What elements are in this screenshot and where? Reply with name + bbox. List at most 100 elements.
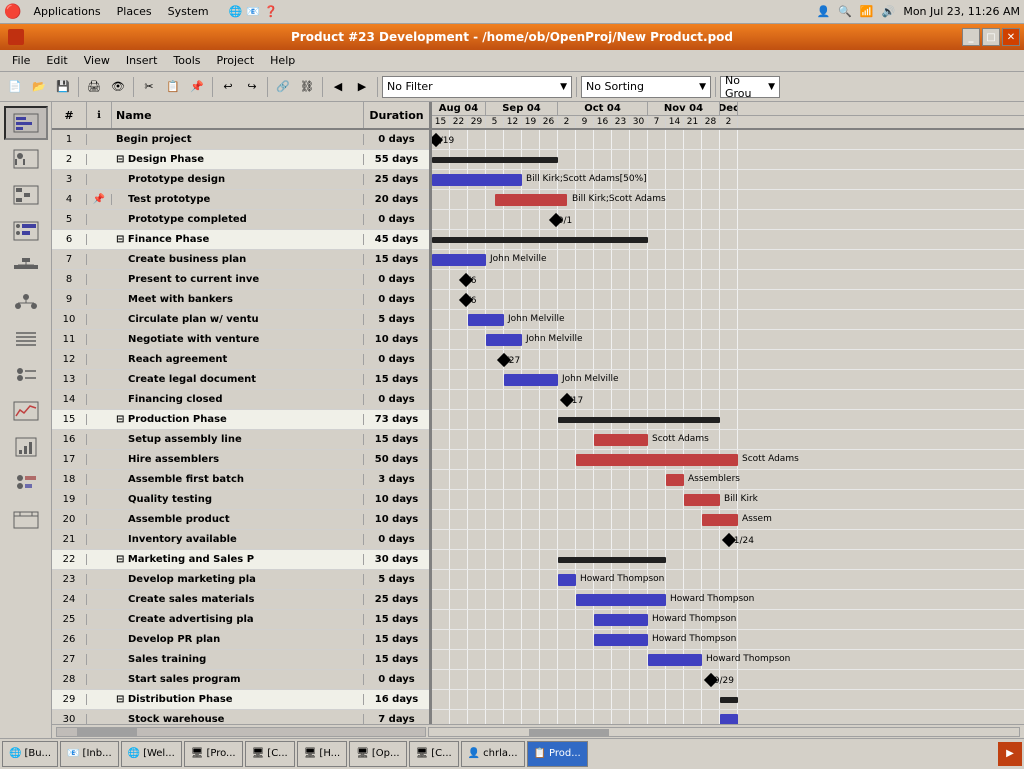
rbs-icon[interactable] (4, 286, 48, 320)
tools-menu[interactable]: Tools (165, 52, 208, 69)
task-row[interactable]: 2 ⊟ Design Phase 55 days (52, 150, 429, 170)
task-row[interactable]: 15 ⊟ Production Phase 73 days (52, 410, 429, 430)
print-button[interactable]: 🖨 (83, 76, 105, 98)
task-row[interactable]: 19 Quality testing 10 days (52, 490, 429, 510)
paste-button[interactable]: 📌 (186, 76, 208, 98)
copy-button[interactable]: 📋 (162, 76, 184, 98)
group-dropdown[interactable]: No Grou ▼ (720, 76, 780, 98)
network-view-icon[interactable] (4, 178, 48, 212)
task-row[interactable]: 27 Sales training 15 days (52, 650, 429, 670)
undo-button[interactable]: ↩ (217, 76, 239, 98)
search-icon[interactable]: 🔍 (838, 5, 852, 18)
task-row[interactable]: 1 Begin project 0 days (52, 130, 429, 150)
task-row[interactable]: 13 Create legal document 15 days (52, 370, 429, 390)
wbs-icon[interactable] (4, 250, 48, 284)
resource-view-icon[interactable] (4, 142, 48, 176)
taskbar-item[interactable]: 🌐[Wel... (121, 741, 182, 767)
task-row[interactable]: 16 Setup assembly line 15 days (52, 430, 429, 450)
taskbar-item[interactable]: 🖥[C... (245, 741, 295, 767)
task-row[interactable]: 6 ⊟ Finance Phase 45 days (52, 230, 429, 250)
sorting-dropdown[interactable]: No Sorting ▼ (581, 76, 711, 98)
taskbar-item[interactable]: 📋Prod... (527, 741, 588, 767)
applications-menu[interactable]: Applications (29, 3, 104, 20)
task-row[interactable]: 9 Meet with bankers 0 days (52, 290, 429, 310)
task-row[interactable]: 26 Develop PR plan 15 days (52, 630, 429, 650)
task-list-icon[interactable] (4, 322, 48, 356)
taskbar-item[interactable]: 🖥[Pro... (184, 741, 243, 767)
gantt-cell (486, 530, 504, 549)
filter-dropdown[interactable]: No Filter ▼ (382, 76, 572, 98)
window-controls: _ □ ✕ (962, 28, 1020, 46)
gantt-h-scrollbar[interactable] (428, 727, 1020, 737)
task-row[interactable]: 7 Create business plan 15 days (52, 250, 429, 270)
gantt-row-bg (432, 550, 1024, 569)
scrollbar-h[interactable] (52, 724, 1024, 738)
gantt-view-icon[interactable] (4, 106, 48, 140)
gantt-cell (702, 370, 720, 389)
resource-gantt-icon[interactable] (4, 214, 48, 248)
back-button[interactable]: ◀ (327, 76, 349, 98)
gantt-cell (594, 670, 612, 689)
task-row[interactable]: 28 Start sales program 0 days (52, 670, 429, 690)
task-row[interactable]: 4 📌 Test prototype 20 days (52, 190, 429, 210)
taskbar-item[interactable]: 🌐[Bu... (2, 741, 58, 767)
resource-tracking-icon[interactable] (4, 466, 48, 500)
help-icon[interactable]: ❓ (264, 5, 278, 18)
task-row[interactable]: 5 Prototype completed 0 days (52, 210, 429, 230)
help-menu[interactable]: Help (262, 52, 303, 69)
places-menu[interactable]: Places (113, 3, 156, 20)
taskbar-item[interactable]: 🖥[H... (297, 741, 347, 767)
open-button[interactable]: 📂 (28, 76, 50, 98)
h-scrollbar-track[interactable] (56, 727, 426, 737)
gantt-chart[interactable]: Aug 04Sep 04Oct 04Nov 04Dec 152229512192… (432, 102, 1024, 724)
forward-button[interactable]: ▶ (351, 76, 373, 98)
gantt-cell (576, 430, 594, 449)
link-button[interactable]: 🔗 (272, 76, 294, 98)
h-scrollbar-thumb[interactable] (77, 728, 137, 736)
taskbar-item[interactable]: 📧[Inb... (60, 741, 119, 767)
task-row[interactable]: 18 Assemble first batch 3 days (52, 470, 429, 490)
file-menu[interactable]: File (4, 52, 38, 69)
view-menu[interactable]: View (76, 52, 118, 69)
cut-button[interactable]: ✂ (138, 76, 160, 98)
close-button[interactable]: ✕ (1002, 28, 1020, 46)
email-icon[interactable]: 📧 (246, 5, 260, 18)
taskbar-end-icon[interactable]: ▶ (998, 742, 1022, 766)
task-row[interactable]: 23 Develop marketing pla 5 days (52, 570, 429, 590)
preview-button[interactable]: 👁 (107, 76, 129, 98)
unlink-button[interactable]: ⛓ (296, 76, 318, 98)
task-row[interactable]: 24 Create sales materials 25 days (52, 590, 429, 610)
gantt-scrollbar-thumb[interactable] (529, 729, 609, 737)
tracking-icon[interactable] (4, 394, 48, 428)
new-button[interactable]: 📄 (4, 76, 26, 98)
redo-button[interactable]: ↪ (241, 76, 263, 98)
project-menu[interactable]: Project (209, 52, 263, 69)
task-row[interactable]: 20 Assemble product 10 days (52, 510, 429, 530)
taskbar-item[interactable]: 👤chrla... (461, 741, 525, 767)
system-menu[interactable]: System (164, 3, 213, 20)
task-row[interactable]: 10 Circulate plan w/ ventu 5 days (52, 310, 429, 330)
save-button[interactable]: 💾 (52, 76, 74, 98)
task-row[interactable]: 14 Financing closed 0 days (52, 390, 429, 410)
task-row[interactable]: 12 Reach agreement 0 days (52, 350, 429, 370)
browser-icon[interactable]: 🌐 (229, 5, 243, 18)
resource-list-icon[interactable] (4, 358, 48, 392)
task-row[interactable]: 25 Create advertising pla 15 days (52, 610, 429, 630)
task-row[interactable]: 29 ⊟ Distribution Phase 16 days (52, 690, 429, 710)
insert-menu[interactable]: Insert (118, 52, 166, 69)
task-row[interactable]: 22 ⊟ Marketing and Sales P 30 days (52, 550, 429, 570)
taskbar-item[interactable]: 🖥[Op... (349, 741, 406, 767)
task-row[interactable]: 8 Present to current inve 0 days (52, 270, 429, 290)
task-row[interactable]: 11 Negotiate with venture 10 days (52, 330, 429, 350)
edit-menu[interactable]: Edit (38, 52, 75, 69)
task-row[interactable]: 30 Stock warehouse 7 days (52, 710, 429, 724)
gantt-bar (558, 417, 720, 423)
task-row[interactable]: 21 Inventory available 0 days (52, 530, 429, 550)
minimize-button[interactable]: _ (962, 28, 980, 46)
report-icon[interactable] (4, 430, 48, 464)
taskbar-item[interactable]: 🖥[C... (409, 741, 459, 767)
calendar-icon[interactable] (4, 502, 48, 536)
task-row[interactable]: 17 Hire assemblers 50 days (52, 450, 429, 470)
task-row[interactable]: 3 Prototype design 25 days (52, 170, 429, 190)
maximize-button[interactable]: □ (982, 28, 1000, 46)
